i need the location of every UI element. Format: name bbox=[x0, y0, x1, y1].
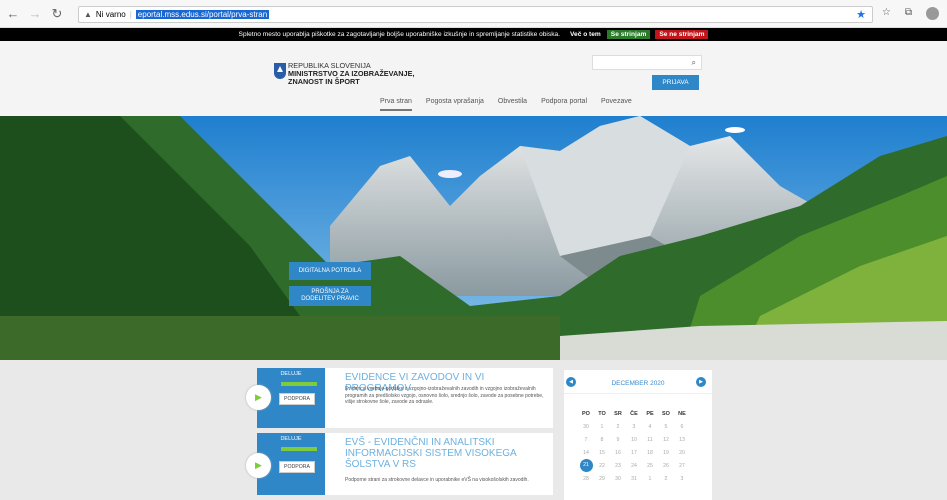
calendar-day[interactable]: 3 bbox=[674, 472, 690, 485]
calendar-day[interactable]: 3 bbox=[626, 420, 642, 433]
status-badge: DELUJE bbox=[280, 371, 302, 377]
calendar-month: DECEMBER 2020 bbox=[611, 380, 665, 387]
mountain-landscape-image bbox=[0, 116, 947, 360]
ministry-logo-text[interactable]: REPUBLIKA SLOVENIJA MINISTRSTVO ZA IZOBR… bbox=[288, 62, 414, 86]
menu-item-obvestila[interactable]: Obvestila bbox=[498, 98, 527, 111]
calendar-day[interactable]: 29 bbox=[594, 472, 610, 485]
service-card-evs: DELUJE PODPORA ▶ EVŠ - EVIDENČNI IN ANAL… bbox=[246, 433, 553, 495]
site-header: REPUBLIKA SLOVENIJA MINISTRSTVO ZA IZOBR… bbox=[0, 41, 947, 116]
url-text[interactable]: eportal.mss.edus.si/portal/prva-stran bbox=[135, 10, 270, 19]
weekday-header: TO bbox=[598, 411, 606, 417]
weekday-header: NE bbox=[678, 411, 686, 417]
search-icon[interactable]: ⌕ bbox=[692, 58, 696, 67]
forward-icon[interactable]: → bbox=[26, 5, 44, 23]
digital-certificates-button[interactable]: DIGITALNA POTRDILA bbox=[289, 262, 371, 280]
card-title[interactable]: EVŠ - EVIDENČNI IN ANALITSKI INFORMACIJS… bbox=[345, 437, 550, 470]
calendar-day[interactable]: 10 bbox=[626, 433, 642, 446]
calendar-day[interactable]: 21 bbox=[578, 459, 594, 472]
calendar-day[interactable]: 30 bbox=[610, 472, 626, 485]
browser-toolbar: ← → ↻ ▲ Ni varno | eportal.mss.edus.si/p… bbox=[0, 0, 947, 28]
calendar-day[interactable]: 23 bbox=[610, 459, 626, 472]
menu-item-prva-stran[interactable]: Prva stran bbox=[380, 98, 412, 111]
back-icon[interactable]: ← bbox=[4, 5, 22, 23]
menu-item-povezave[interactable]: Povezave bbox=[601, 98, 632, 111]
calendar-day[interactable]: 22 bbox=[594, 459, 610, 472]
calendar-day[interactable]: 13 bbox=[674, 433, 690, 446]
menu-item-pogosta-vprasanja[interactable]: Pogosta vprašanja bbox=[426, 98, 484, 111]
calendar-day[interactable]: 31 bbox=[626, 472, 642, 485]
next-month-icon[interactable]: ▶ bbox=[696, 377, 706, 387]
reload-icon[interactable]: ↻ bbox=[48, 5, 66, 23]
collections-icon[interactable]: ⧉ bbox=[905, 7, 912, 20]
weekday-header: SR bbox=[614, 411, 622, 417]
calendar-grid: PO TO SR ČE PE SO NE 30 1 2 3 4 5 6 7 8 9 10 11 12 13 14 15 16… bbox=[578, 408, 690, 485]
calendar-day[interactable]: 20 bbox=[674, 446, 690, 459]
calendar-day[interactable]: 27 bbox=[674, 459, 690, 472]
calendar-day[interactable]: 12 bbox=[658, 433, 674, 446]
search-input[interactable]: ⌕ bbox=[592, 55, 702, 70]
calendar-day[interactable]: 15 bbox=[594, 446, 610, 459]
more-info-link[interactable]: Več o tem bbox=[570, 31, 601, 38]
calendar-day[interactable]: 4 bbox=[642, 420, 658, 433]
support-button[interactable]: PODPORA bbox=[279, 461, 315, 473]
weekday-header: SO bbox=[662, 411, 670, 417]
warning-icon: ▲ bbox=[84, 10, 92, 19]
calendar-day[interactable]: 19 bbox=[658, 446, 674, 459]
cookie-text: Spletno mesto uporablja piškotke za zago… bbox=[238, 31, 560, 38]
card-description: Podporne strani za strokovne delavce in … bbox=[345, 477, 529, 483]
card-description: Evidenca vsebuje podatke o vzgojno-izobr… bbox=[345, 386, 544, 405]
service-card-evidence-vi: DELUJE PODPORA ▶ EVIDENCE VI ZAVODOV IN … bbox=[246, 368, 553, 428]
calendar-day[interactable]: 7 bbox=[578, 433, 594, 446]
calendar-day[interactable]: 9 bbox=[610, 433, 626, 446]
favorites-icon[interactable]: ☆ bbox=[882, 7, 891, 20]
play-icon[interactable]: ▶ bbox=[246, 385, 271, 410]
calendar-day[interactable]: 8 bbox=[594, 433, 610, 446]
hero-banner: DIGITALNA POTRDILA PROŠNJA ZA DODELITEV … bbox=[0, 116, 947, 360]
decline-cookies-button[interactable]: Se ne strinjam bbox=[655, 30, 709, 39]
calendar-day[interactable]: 1 bbox=[642, 472, 658, 485]
calendar-day[interactable]: 5 bbox=[658, 420, 674, 433]
coat-of-arms-icon bbox=[274, 63, 286, 79]
calendar-day[interactable]: 2 bbox=[658, 472, 674, 485]
weekday-header: PE bbox=[646, 411, 654, 417]
accept-cookies-button[interactable]: Se strinjam bbox=[606, 30, 651, 39]
calendar-day[interactable]: 24 bbox=[626, 459, 642, 472]
calendar-day[interactable]: 16 bbox=[610, 446, 626, 459]
status-badge: DELUJE bbox=[280, 436, 302, 442]
cookie-banner: Spletno mesto uporablja piškotke za zago… bbox=[0, 28, 947, 41]
calendar-day[interactable]: 14 bbox=[578, 446, 594, 459]
weekday-header: PO bbox=[582, 411, 590, 417]
calendar-widget: ◀ DECEMBER 2020 ▶ PO TO SR ČE PE SO NE 30 1 2 3 4 5… bbox=[564, 370, 712, 500]
calendar-day[interactable]: 18 bbox=[642, 446, 658, 459]
calendar-day[interactable]: 26 bbox=[658, 459, 674, 472]
weekday-header: ČE bbox=[630, 411, 638, 417]
calendar-day[interactable]: 11 bbox=[642, 433, 658, 446]
calendar-day[interactable]: 1 bbox=[594, 420, 610, 433]
calendar-day[interactable]: 2 bbox=[610, 420, 626, 433]
calendar-day[interactable]: 17 bbox=[626, 446, 642, 459]
play-icon[interactable]: ▶ bbox=[246, 453, 271, 478]
calendar-day[interactable]: 28 bbox=[578, 472, 594, 485]
login-button[interactable]: PRIJAVA bbox=[652, 75, 699, 90]
support-button[interactable]: PODPORA bbox=[279, 393, 315, 405]
menu-item-podpora-portal[interactable]: Podpora portal bbox=[541, 98, 587, 111]
calendar-day[interactable]: 25 bbox=[642, 459, 658, 472]
address-bar[interactable]: ▲ Ni varno | eportal.mss.edus.si/portal/… bbox=[78, 6, 873, 23]
security-warning: Ni varno bbox=[95, 10, 126, 19]
profile-avatar[interactable] bbox=[926, 7, 939, 20]
bookmark-star-icon[interactable]: ★ bbox=[856, 8, 866, 21]
calendar-day[interactable]: 30 bbox=[578, 420, 594, 433]
calendar-day[interactable]: 6 bbox=[674, 420, 690, 433]
content-area: DELUJE PODPORA ▶ EVIDENCE VI ZAVODOV IN … bbox=[0, 360, 947, 500]
main-menu: Prva stran Pogosta vprašanja Obvestila P… bbox=[380, 98, 632, 111]
request-permissions-button[interactable]: PROŠNJA ZA DODELITEV PRAVIC bbox=[289, 286, 371, 306]
